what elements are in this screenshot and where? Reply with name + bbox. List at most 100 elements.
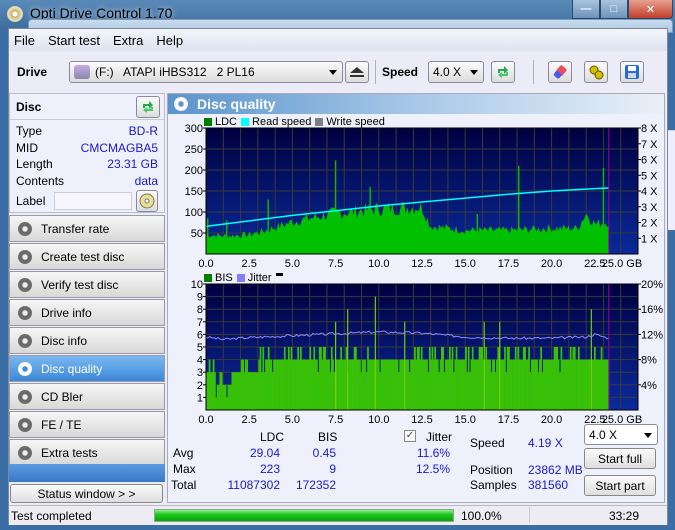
disc-panel-title: Disc xyxy=(16,99,42,114)
y-tick-label: 150 xyxy=(185,186,203,198)
y-tick-label: 250 xyxy=(185,144,203,156)
x-tick-label: 15.0 xyxy=(454,414,475,424)
create-test-disc-icon xyxy=(18,249,32,264)
x-tick-label: 10.0 xyxy=(368,258,389,270)
menu-help[interactable]: Help xyxy=(156,33,183,48)
panel-header: Disc quality xyxy=(168,94,664,114)
nav-create-test-disc[interactable]: Create test disc xyxy=(9,243,165,270)
y2-tick-label: 5 X xyxy=(641,170,658,182)
speed-select[interactable]: 4.0 X xyxy=(428,61,484,83)
close-icon: ✕ xyxy=(645,3,656,16)
x-tick-label: 12.5 xyxy=(411,258,432,270)
x-tick-label: 17.5 xyxy=(498,414,519,424)
x-tick-label: 12.5 xyxy=(411,414,432,424)
app-disc-icon xyxy=(7,6,23,22)
ldc-max: 223 xyxy=(259,462,280,476)
x-tick-label: 25.0 GB xyxy=(602,414,642,424)
nav-disc-quality[interactable]: Disc quality xyxy=(9,355,165,382)
save-button[interactable] xyxy=(620,61,644,83)
jitter-checkbox[interactable]: ✓ xyxy=(404,430,416,442)
disc-refresh-button[interactable] xyxy=(136,96,160,118)
drive-select[interactable]: (F:) ATAPI iHBS312 2 PL16 xyxy=(69,61,343,83)
row-label-total: Total xyxy=(171,478,197,492)
maximize-icon: □ xyxy=(610,3,618,15)
status-window-button[interactable]: Status window > > xyxy=(10,484,163,503)
status-text: Test completed xyxy=(11,509,92,523)
y2-tick-label: 8 X xyxy=(641,124,658,135)
refresh-button[interactable] xyxy=(491,61,515,83)
minimize-button[interactable]: — xyxy=(572,0,600,19)
y-tick-label: 300 xyxy=(185,124,203,135)
menu-start-test[interactable]: Start test xyxy=(48,33,100,48)
disc-quality-icon xyxy=(174,97,188,111)
toolbar: Drive (F:) ATAPI iHBS312 2 PL16 Speed 4.… xyxy=(9,54,667,90)
drive-info-icon xyxy=(18,305,32,320)
test-speed-value: 4.0 X xyxy=(589,427,618,442)
legend-marker xyxy=(275,272,283,276)
y2-tick-label: 8% xyxy=(641,355,657,367)
nav-drive-info[interactable]: Drive info xyxy=(9,299,165,326)
speed-label: Speed xyxy=(382,65,419,79)
row-label-max: Max xyxy=(173,462,196,476)
x-tick-label: 20.0 xyxy=(541,414,562,424)
panel-title: Disc quality xyxy=(197,96,276,112)
app-client-area: File Start test Extra Help Drive (F:) AT… xyxy=(8,28,668,525)
extra-tests-icon xyxy=(18,445,32,460)
nav-label: Create test disc xyxy=(41,249,125,264)
eraser-icon xyxy=(553,65,567,79)
nav-label: Transfer rate xyxy=(41,221,110,236)
maximize-button[interactable]: □ xyxy=(600,0,628,19)
nav-cd-bler[interactable]: CD Bler xyxy=(9,383,165,410)
nav-fe-te[interactable]: FE / TE xyxy=(9,411,165,438)
close-button[interactable]: ✕ xyxy=(628,0,673,19)
x-tick-label: 7.5 xyxy=(328,414,343,424)
nav-label: Disc info xyxy=(41,333,88,348)
y2-tick-label: 4% xyxy=(641,380,657,392)
cd-icon xyxy=(139,193,155,209)
disc-field-label: Length xyxy=(16,157,53,172)
transfer-rate-icon xyxy=(18,221,32,236)
disc-row-length: Length 23.31 GB xyxy=(10,156,164,173)
nav-verify-test-disc[interactable]: Verify test disc xyxy=(9,271,165,298)
x-tick-label: 2.5 xyxy=(242,414,257,424)
ldc-chart: 0.0 2.5 5.0 7.5 10.0 12.5 15.0 17.5 20.0 22.525.0… xyxy=(185,124,659,270)
disc-info-icon xyxy=(18,333,32,348)
menu-extra[interactable]: Extra xyxy=(113,33,143,48)
nav-extra-tests[interactable]: Extra tests xyxy=(9,439,165,466)
start-part-button[interactable]: Start part xyxy=(584,475,656,496)
drive-select-value: (F:) ATAPI iHBS312 2 PL16 xyxy=(95,65,255,79)
disc-label-label: Label xyxy=(16,194,46,208)
settings-button[interactable] xyxy=(584,61,608,83)
nav-disc-info[interactable]: Disc info xyxy=(9,327,165,354)
y2-tick-label: 12% xyxy=(641,329,663,341)
bis-avg: 0.45 xyxy=(312,446,336,460)
eject-button[interactable] xyxy=(345,61,369,83)
start-full-button[interactable]: Start full xyxy=(584,448,656,469)
x-tick-label: 5.0 xyxy=(285,414,300,424)
test-speed-select[interactable]: 4.0 X xyxy=(584,424,658,445)
disc-label-button[interactable] xyxy=(136,190,158,212)
col-bis-header: BIS xyxy=(318,430,338,444)
nav-transfer-rate[interactable]: Transfer rate xyxy=(9,215,165,242)
x-tick-label: 17.5 xyxy=(498,258,519,270)
jitter-label: Jitter xyxy=(426,430,453,444)
speed-select-value: 4.0 X xyxy=(433,65,462,79)
disc-field-value: 23.31 GB xyxy=(107,157,158,172)
chevron-down-icon xyxy=(470,70,478,75)
disc-label-input[interactable] xyxy=(53,192,132,210)
disc-quality-panel: Disc quality LDC Read speed Write speed … xyxy=(167,93,665,503)
x-tick-label: 0.0 xyxy=(198,258,213,270)
y2-tick-label: 7 X xyxy=(641,139,658,151)
x-tick-label: 7.5 xyxy=(328,258,343,270)
x-tick-label: 0.0 xyxy=(198,414,213,424)
toolbar-divider xyxy=(375,60,376,84)
refresh-icon xyxy=(143,101,153,113)
bis-total: 172352 xyxy=(295,478,336,492)
bis-max: 9 xyxy=(329,462,336,476)
position-value: 23862 MB xyxy=(528,463,583,477)
speed-stat-value: 4.19 X xyxy=(528,436,563,450)
erase-button[interactable] xyxy=(548,61,572,83)
menu-file[interactable]: File xyxy=(14,33,35,48)
disc-row-contents: Contents data xyxy=(10,173,164,190)
gears-icon xyxy=(589,65,604,80)
